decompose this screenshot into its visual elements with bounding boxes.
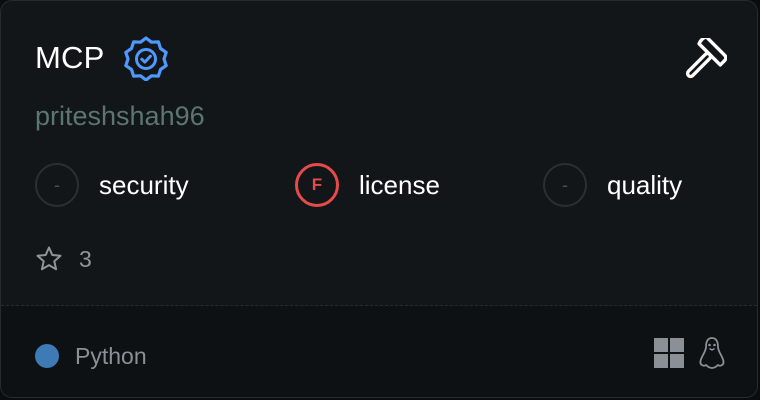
language-color-dot xyxy=(35,344,59,368)
author-name[interactable]: priteshshah96 xyxy=(35,97,205,135)
grade-label: security xyxy=(99,170,189,200)
grade-license[interactable]: F license xyxy=(295,163,440,207)
grade-circle: - xyxy=(543,163,587,207)
language-info: Python xyxy=(35,340,147,372)
card-footer: Python xyxy=(1,306,757,397)
server-card[interactable]: MCP priteshshah96 - security F license -… xyxy=(0,0,758,398)
grade-label: quality xyxy=(607,170,683,200)
verified-badge-icon xyxy=(123,36,168,81)
grade-circle: - xyxy=(35,163,79,207)
star-count-value: 3 xyxy=(79,246,92,272)
card-header: MCP xyxy=(35,35,169,81)
linux-icon xyxy=(699,337,725,369)
language-name: Python xyxy=(75,343,147,369)
windows-icon xyxy=(654,338,684,368)
grade-quality[interactable]: - quality xyxy=(543,163,682,207)
grade-circle: F xyxy=(295,163,339,207)
hammer-icon xyxy=(685,38,727,79)
star-count[interactable]: 3 xyxy=(35,243,92,275)
grade-security[interactable]: - security xyxy=(35,163,189,207)
server-title[interactable]: MCP xyxy=(35,36,105,80)
grade-label: license xyxy=(359,170,440,200)
star-outline-icon xyxy=(36,246,62,271)
